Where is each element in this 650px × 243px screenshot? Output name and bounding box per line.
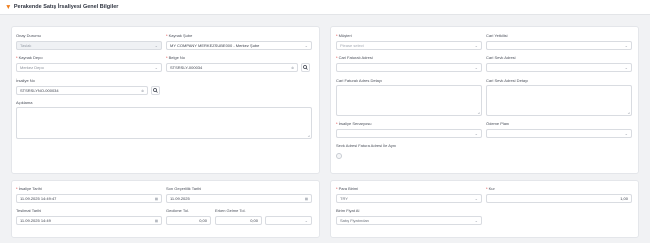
irsaliye-no-search-button[interactable] — [151, 86, 160, 95]
cari-yetkilisi-select[interactable]: ⌄ — [486, 41, 632, 50]
belge-no-search-button[interactable] — [301, 63, 310, 72]
irsaliye-tarihi-input[interactable]: 11.09.2025 14:49:47 ▦ — [16, 194, 162, 203]
right-currency-card — [330, 180, 639, 238]
irsaliye-no-label: İrsaliye No — [16, 78, 35, 83]
kaynak-depo-value: Merkez Depo — [20, 65, 44, 70]
chevron-down-icon: ⌄ — [304, 43, 308, 48]
teslimat-tarihi-label: Teslimat Tarihi — [16, 208, 42, 213]
chevron-down-icon: ⌄ — [474, 196, 478, 201]
irsaliye-tarihi-label: *İrsaliye Tarihi — [16, 186, 42, 191]
erken-gelme-tol-input[interactable]: 0,00 — [215, 216, 262, 225]
kaynak-sube-label: *Kaynak Şube — [166, 33, 193, 38]
musteri-placeholder: Please select — [340, 43, 364, 48]
chevron-down-icon: ⌄ — [474, 65, 478, 70]
chevron-down-icon: ⌄ — [624, 65, 628, 70]
clear-icon[interactable]: ⊗ — [141, 89, 144, 93]
musteri-label: *Müşteri — [336, 33, 352, 38]
son-gecerlilik-value: 11.09.2025 — [170, 196, 190, 201]
erken-gelme-tol-label: Erken Gelme Tol. — [215, 208, 246, 213]
sevk-ayni-toggle[interactable] — [336, 153, 342, 159]
resize-grip-icon[interactable]: ⊿ — [307, 134, 310, 138]
sevk-ayni-label: Sevk Adresi Fatura Adresi İle Aynı — [336, 143, 397, 148]
chevron-down-icon: ⌄ — [624, 43, 628, 48]
gecikme-tol-label: Gecikme Tol. — [166, 208, 190, 213]
irsaliye-senaryosu-select[interactable]: ⌄ — [336, 129, 482, 138]
section-title: Perakende Satış İrsaliyesi Genel Bilgile… — [13, 4, 119, 10]
odeme-plani-label: Ödeme Planı — [486, 121, 510, 126]
odeme-plani-select[interactable]: ⌄ — [486, 129, 632, 138]
calendar-icon[interactable]: ▦ — [155, 219, 158, 223]
kaynak-sube-value: MY COMPANY MERKEZSUBE000 - Merkez Şube — [170, 43, 260, 48]
cari-fatura-adres-detayi-label: Cari Faturalı Adres Detayı — [336, 78, 383, 83]
tolerance-unit-select[interactable]: ⌄ — [265, 216, 312, 225]
search-icon — [303, 65, 308, 70]
resize-grip-icon[interactable]: ⊿ — [477, 111, 480, 115]
irsaliye-no-value: STSRSLYNO-000034 — [20, 88, 59, 93]
gecikme-tol-input[interactable]: 0,00 — [166, 216, 211, 225]
belge-no-input[interactable]: STSRSLY-000034 ⊗ — [166, 63, 298, 72]
para-birimi-label: *Para Birimi — [336, 186, 359, 191]
irsaliye-tarihi-value: 11.09.2025 14:49:47 — [20, 196, 57, 201]
irsaliye-no-input[interactable]: STSRSLYNO-000034 ⊗ — [16, 86, 148, 95]
cari-sevk-adresi-select[interactable]: ⌄ — [486, 63, 632, 72]
son-gecerlilik-label: Son Geçerlilik Tarihi — [166, 186, 202, 191]
search-icon — [153, 88, 158, 93]
chevron-down-icon: ⌄ — [154, 43, 158, 48]
cari-sevk-adres-detayi-label: Cari Sevk Adresi Detayı — [486, 78, 529, 83]
onay-durumu-value: Taslak — [20, 43, 32, 48]
onay-durumu-select: Taslak ⌄ — [16, 41, 162, 50]
erken-gelme-tol-value: 0,00 — [250, 218, 258, 223]
irsaliye-senaryosu-label: *İrsaliye Senaryosu — [336, 121, 372, 126]
chevron-icon: ▶ — [4, 5, 11, 9]
cari-sevk-adresi-label: Cari Sevk Adresi — [486, 55, 516, 60]
section-header[interactable]: ▶ Perakende Satış İrsaliyesi Genel Bilgi… — [0, 0, 650, 15]
calendar-icon[interactable]: ▦ — [155, 197, 158, 201]
kaynak-depo-label: *Kaynak Depo — [16, 55, 43, 60]
calendar-icon[interactable]: ▦ — [305, 197, 308, 201]
chevron-down-icon: ⌄ — [474, 218, 478, 223]
belge-no-value: STSRSLY-000034 — [170, 65, 203, 70]
chevron-down-icon: ⌄ — [624, 131, 628, 136]
chevron-down-icon: ⌄ — [304, 218, 308, 223]
kur-label: *Kur — [486, 186, 495, 191]
birim-fiyat-al-value: Satış Fiyatından — [340, 218, 369, 223]
para-birimi-select[interactable]: TRY ⌄ — [336, 194, 482, 203]
cari-sevk-adres-detayi-textarea[interactable]: ⊿ — [486, 85, 632, 116]
para-birimi-value: TRY — [340, 196, 348, 201]
onay-durumu-label: Onay Durumu — [16, 33, 41, 38]
aciklama-textarea[interactable]: ⊿ — [16, 107, 312, 139]
resize-grip-icon[interactable]: ⊿ — [627, 111, 630, 115]
clear-icon[interactable]: ⊗ — [291, 66, 294, 70]
musteri-select[interactable]: Please select ⌄ — [336, 41, 482, 50]
teslimat-tarihi-value: 11.09.2025 14:49 — [20, 218, 51, 223]
birim-fiyat-al-label: Birim Fiyat Al — [336, 208, 360, 213]
kur-input[interactable]: 1,00 — [486, 194, 632, 203]
chevron-down-icon: ⌄ — [474, 131, 478, 136]
son-gecerlilik-input[interactable]: 11.09.2025 ▦ — [166, 194, 312, 203]
teslimat-tarihi-input[interactable]: 11.09.2025 14:49 ▦ — [16, 216, 162, 225]
kaynak-depo-select[interactable]: Merkez Depo ⌄ — [16, 63, 162, 72]
kur-value: 1,00 — [620, 196, 628, 201]
chevron-down-icon: ⌄ — [154, 65, 158, 70]
cari-yetkilisi-label: Cari Yetkilisi — [486, 33, 508, 38]
cari-fatura-adresi-select[interactable]: ⌄ — [336, 63, 482, 72]
cari-fatura-adresi-label: *Cari Faturalı Adresi — [336, 55, 373, 60]
belge-no-label: *Belge No — [166, 55, 186, 60]
birim-fiyat-al-select[interactable]: Satış Fiyatından ⌄ — [336, 216, 482, 225]
kaynak-sube-select[interactable]: MY COMPANY MERKEZSUBE000 - Merkez Şube ⌄ — [166, 41, 312, 50]
chevron-down-icon: ⌄ — [474, 43, 478, 48]
cari-fatura-adres-detayi-textarea[interactable]: ⊿ — [336, 85, 482, 116]
gecikme-tol-value: 0,00 — [199, 218, 207, 223]
aciklama-label: Açıklama — [16, 100, 33, 105]
